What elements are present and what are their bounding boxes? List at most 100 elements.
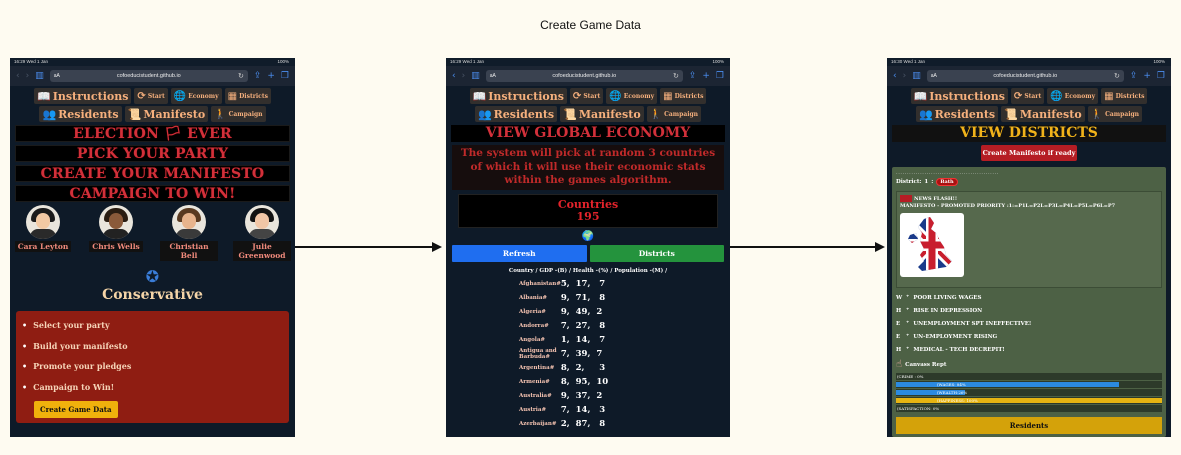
nav-residents[interactable]: 👥 Residents xyxy=(915,106,999,122)
reader-aa[interactable]: aA xyxy=(490,73,496,79)
nav-districts[interactable]: ▦ Districts xyxy=(660,88,707,104)
nav-campaign[interactable]: 🚶 Campaign xyxy=(211,106,266,122)
divider: ........................................… xyxy=(896,170,999,176)
nav-economy-label: Economy xyxy=(1064,92,1096,100)
issue-item: H + MEDICAL - TECH DECREPIT! xyxy=(896,344,1162,357)
issue-letter: H xyxy=(896,308,902,314)
country-name: Austria# xyxy=(519,406,547,413)
globe-icon: 🌐 xyxy=(173,90,187,102)
nav-districts[interactable]: ▦ Districts xyxy=(1101,88,1148,104)
tabs-icon[interactable]: ❐ xyxy=(281,71,289,81)
reload-icon[interactable]: ↻ xyxy=(238,72,244,80)
country-stats: 7, 39, 7 xyxy=(560,348,603,359)
map-icon: ▦ xyxy=(1104,90,1114,102)
character-julie[interactable]: Julie Greenwood xyxy=(233,205,291,261)
nav-residents[interactable]: 👥 Residents xyxy=(474,106,558,122)
country-stats: 9, 37, 2 xyxy=(560,390,603,401)
table-row: Argentina# 8, 2, 3 xyxy=(446,361,608,375)
nav-campaign[interactable]: 🚶 Campaign xyxy=(1087,106,1143,122)
banner-create-manifesto: CREATE YOUR MANIFESTO xyxy=(15,165,290,182)
character-row: Cara Leyton Chris Wells Christian Bell J… xyxy=(10,205,295,261)
character-cara[interactable]: Cara Leyton xyxy=(14,205,72,261)
rosette-icon: ✪ xyxy=(145,267,160,286)
nav-economy[interactable]: 🌐 Economy xyxy=(170,88,222,104)
reader-aa[interactable]: aA xyxy=(54,73,60,79)
country-table: Afghanistan# 5, 17, 7 Albania# 9, 71, 8 Alge… xyxy=(446,277,608,431)
canvass-report[interactable]: ☝ Canvass Rept xyxy=(896,359,1162,370)
map-icon: ▦ xyxy=(227,90,238,102)
status-time: 16:29 xyxy=(450,59,462,64)
nav-districts-label: Districts xyxy=(1115,92,1145,100)
browser-toolbar: ‹ › ▥ aA cofoeducistudent.github.io ↻ ⇪ + … xyxy=(446,66,730,86)
nav-economy[interactable]: 🌐 Economy xyxy=(606,88,658,104)
banner-pick-party: PICK YOUR PARTY xyxy=(15,145,290,162)
residents-button[interactable]: Residents xyxy=(896,417,1162,434)
back-icon[interactable]: ‹ xyxy=(893,71,897,81)
back-icon[interactable]: ‹ xyxy=(452,71,456,81)
diagram: Create Game Data 16:29 Wed 1 Jan 100% ‹ … xyxy=(0,0,1181,455)
issue-text: UNEMPLOYMENT SPT INEFFECTIVE! xyxy=(913,321,1032,327)
forward-icon[interactable]: › xyxy=(26,71,30,81)
nav-instructions[interactable]: 📖 Instructions xyxy=(34,88,132,104)
screen-start: 16:29 Wed 1 Jan 100% ‹ › ▥ aA cofoeducist… xyxy=(10,58,295,437)
nav-start[interactable]: ⟳ Start xyxy=(569,88,604,104)
issue-letter: E xyxy=(896,334,901,340)
bookmarks-icon[interactable]: ▥ xyxy=(471,71,480,81)
manifesto-priority: MANIFESTO - PROMOTED PRIORITY :1:=P1L=P2… xyxy=(900,203,1116,209)
nav-economy[interactable]: 🌐 Economy xyxy=(1047,88,1099,104)
users-icon: 👥 xyxy=(42,107,57,121)
share-icon[interactable]: ⇪ xyxy=(254,71,262,81)
issue-text: MEDICAL - TECH DECREPIT! xyxy=(913,347,1005,353)
nav-campaign[interactable]: 🚶 Campaign xyxy=(646,106,702,122)
country-name: Andorra# xyxy=(519,322,549,329)
stat-bar: (CRIME : 0% xyxy=(896,373,1162,380)
country-name: Antigua and Barbuda# xyxy=(519,347,557,360)
table-row: Albania# 9, 71, 8 xyxy=(446,291,608,305)
nav-manifesto[interactable]: 📜 Manifesto xyxy=(124,106,209,122)
district-name-badge[interactable]: Bath xyxy=(936,178,958,186)
forward-icon[interactable]: › xyxy=(462,71,466,81)
screen-economy: 16:29 Wed 1 Jan 100% ‹ › ▥ aA cofoeducist… xyxy=(446,58,730,437)
character-christian[interactable]: Christian Bell xyxy=(160,205,218,261)
character-name: Cara Leyton xyxy=(14,241,72,252)
issue-text: UN-EMPLOYMENT RISING xyxy=(913,334,998,340)
address-bar[interactable]: aA cofoeducistudent.github.io ↻ xyxy=(485,70,683,82)
nav-start[interactable]: ⟳ Start xyxy=(1010,88,1045,104)
districts-button[interactable]: Districts xyxy=(589,244,724,262)
browser-toolbar: ‹ › ▥ aA cofoeducistudent.github.io ↻ ⇪ + … xyxy=(887,66,1171,86)
refresh-button[interactable]: Refresh xyxy=(452,244,587,262)
step-item: Promote your pledges xyxy=(22,356,281,377)
uk-flag-map-image xyxy=(900,213,964,277)
reload-icon[interactable]: ↻ xyxy=(673,72,679,80)
reader-aa[interactable]: aA xyxy=(931,73,937,79)
bookmarks-icon[interactable]: ▥ xyxy=(912,71,921,81)
create-game-data-button[interactable]: Create Game Data xyxy=(34,401,118,418)
new-tab-icon[interactable]: + xyxy=(1143,71,1151,81)
share-icon[interactable]: ⇪ xyxy=(1130,71,1138,81)
nav-manifesto[interactable]: 📜 Manifesto xyxy=(560,106,644,122)
address-bar[interactable]: aA cofoeducistudent.github.io ↻ xyxy=(926,70,1124,82)
forward-icon[interactable]: › xyxy=(903,71,907,81)
issue-item: W + POOR LIVING WAGES xyxy=(896,292,1162,305)
step-item: Build your manifesto xyxy=(22,336,281,357)
status-bar: 16:29 Wed 1 Jan 100% xyxy=(10,58,295,66)
bookmarks-icon[interactable]: ▥ xyxy=(35,71,44,81)
new-tab-icon[interactable]: + xyxy=(267,71,275,81)
scroll-icon: 📜 xyxy=(1004,107,1018,121)
tabs-icon[interactable]: ❐ xyxy=(716,71,724,81)
address-bar[interactable]: aA cofoeducistudent.github.io ↻ xyxy=(49,70,248,82)
nav-instructions[interactable]: 📖 Instructions xyxy=(910,88,1008,104)
tabs-icon[interactable]: ❐ xyxy=(1157,71,1165,81)
nav-manifesto[interactable]: 📜 Manifesto xyxy=(1001,106,1085,122)
character-chris[interactable]: Chris Wells xyxy=(87,205,145,261)
nav-instructions[interactable]: 📖 Instructions xyxy=(469,88,567,104)
nav-start[interactable]: ⟳ Start xyxy=(134,88,168,104)
reload-icon[interactable]: ↻ xyxy=(1114,72,1120,80)
nav-districts[interactable]: ▦ Districts xyxy=(224,88,271,104)
back-icon[interactable]: ‹ xyxy=(16,71,20,81)
new-tab-icon[interactable]: + xyxy=(702,71,710,81)
share-icon[interactable]: ⇪ xyxy=(689,71,697,81)
create-manifesto-button[interactable]: Create Manifesto if ready xyxy=(981,145,1077,161)
country-name: Albania# xyxy=(519,294,548,301)
nav-residents[interactable]: 👥 Residents xyxy=(39,106,122,122)
